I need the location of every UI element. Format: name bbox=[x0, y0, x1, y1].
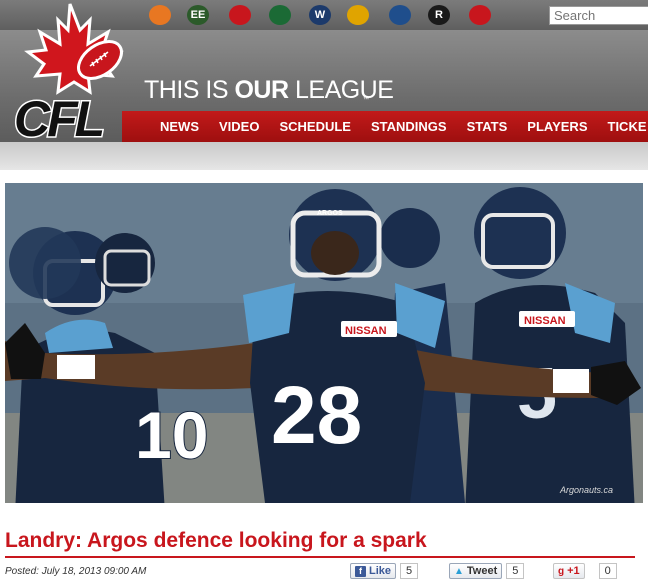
like-label: Like bbox=[369, 565, 391, 577]
toronto-argonauts-logo[interactable] bbox=[388, 4, 412, 26]
nav-news[interactable]: NEWS bbox=[122, 111, 209, 142]
montreal-alouettes-icon bbox=[469, 5, 491, 25]
edmonton-eskimos-logo[interactable]: EE bbox=[186, 4, 210, 26]
nav-standings[interactable]: STANDINGS bbox=[361, 111, 457, 142]
saskatchewan-roughriders-logo[interactable] bbox=[268, 4, 292, 26]
nav-stats[interactable]: STATS bbox=[457, 111, 518, 142]
google-icon: g bbox=[558, 566, 564, 577]
trademark-symbol: ™ bbox=[363, 97, 369, 103]
site-tagline: THIS IS OUR LEAGUE bbox=[144, 76, 393, 102]
jersey-number-left: 10 bbox=[135, 398, 208, 472]
hamilton-tiger-cats-icon bbox=[347, 5, 369, 25]
search-input[interactable] bbox=[549, 6, 648, 25]
tagline-bold: OUR bbox=[234, 76, 288, 104]
article-headline[interactable]: Landry: Argos defence looking for a spar… bbox=[5, 529, 635, 553]
ottawa-redblacks-icon: R bbox=[428, 5, 450, 25]
edmonton-eskimos-icon: EE bbox=[187, 5, 209, 25]
tagline-pre: THIS IS bbox=[144, 76, 228, 104]
headline-rule bbox=[5, 556, 635, 558]
jersey-sponsor-right: NISSAN bbox=[524, 315, 566, 327]
calgary-stampeders-logo[interactable] bbox=[228, 4, 252, 26]
jersey-sponsor-center: NISSAN bbox=[345, 325, 387, 337]
twitter-bird-icon: ▲ bbox=[454, 566, 464, 577]
facebook-icon: f bbox=[355, 566, 366, 577]
nav-video[interactable]: VIDEO bbox=[209, 111, 269, 142]
winnipeg-blue-bombers-logo[interactable]: W bbox=[308, 4, 332, 26]
calgary-stampeders-icon bbox=[229, 5, 251, 25]
cfl-logo[interactable]: CFL bbox=[8, 2, 140, 147]
montreal-alouettes-logo[interactable] bbox=[468, 4, 492, 26]
jersey-number-center: 28 bbox=[271, 370, 362, 461]
nav-players[interactable]: PLAYERS bbox=[517, 111, 597, 142]
main-nav: NEWS VIDEO SCHEDULE STANDINGS STATS PLAY… bbox=[122, 111, 648, 142]
bc-lions-logo[interactable] bbox=[148, 4, 172, 26]
winnipeg-blue-bombers-icon: W bbox=[309, 5, 331, 25]
post-timestamp: Posted: July 18, 2013 09:00 AM bbox=[5, 566, 146, 577]
tweet-label: Tweet bbox=[467, 565, 497, 577]
nav-tickets[interactable]: TICKE bbox=[598, 111, 648, 142]
hero-photo[interactable]: 10 NISSAN 5 bbox=[5, 183, 643, 503]
photo-credit: Argonauts.ca bbox=[560, 485, 613, 495]
toronto-argonauts-icon bbox=[389, 5, 411, 25]
ottawa-redblacks-logo[interactable]: R bbox=[427, 4, 451, 26]
nav-schedule[interactable]: SCHEDULE bbox=[269, 111, 361, 142]
bc-lions-icon bbox=[149, 5, 171, 25]
hamilton-tiger-cats-logo[interactable] bbox=[346, 4, 370, 26]
saskatchewan-roughriders-icon bbox=[269, 5, 291, 25]
helmet-text: ARGOS bbox=[317, 210, 343, 217]
plusone-label: +1 bbox=[567, 565, 580, 577]
cfl-wordmark: CFL bbox=[14, 91, 103, 147]
tagline-post: LEAGUE bbox=[295, 76, 393, 104]
